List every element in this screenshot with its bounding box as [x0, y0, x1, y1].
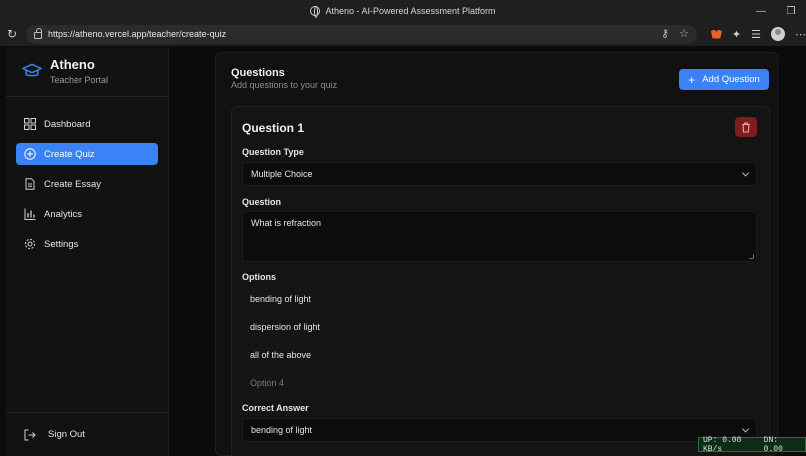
trash-icon: [742, 121, 750, 133]
dashboard-icon: [24, 118, 36, 130]
question-type-label: Question Type: [242, 147, 304, 157]
question-type-value: Multiple Choice: [251, 169, 313, 179]
correct-answer-value: bending of light: [251, 425, 313, 435]
option-input-1[interactable]: bending of light: [242, 286, 757, 311]
sidebar-item-label: Create Essay: [44, 178, 102, 190]
plus-circle-icon: [24, 148, 36, 160]
main-content: Questions Add questions to your quiz + A…: [169, 47, 806, 456]
key-icon[interactable]: ⚷: [661, 27, 669, 40]
address-bar[interactable]: https://atheno.vercel.app/teacher/create…: [25, 24, 697, 44]
network-meter: UP: 0.00 KB/s DN: 0.00: [698, 435, 806, 454]
sign-out-label: Sign Out: [48, 429, 85, 440]
question-type-select[interactable]: Multiple Choice: [242, 162, 757, 186]
correct-answer-label: Correct Answer: [242, 403, 309, 413]
lock-icon[interactable]: [33, 27, 42, 39]
sidebar-item-settings[interactable]: Settings: [16, 233, 158, 255]
brand-header: Atheno Teacher Portal: [6, 47, 168, 97]
add-question-label: Add Question: [702, 74, 760, 85]
favorites-icon[interactable]: ☰: [751, 28, 761, 41]
option-text: bending of light: [250, 293, 312, 304]
chevron-down-icon: [741, 169, 750, 177]
options-label: Options: [242, 272, 276, 282]
gear-icon: [24, 238, 36, 250]
browser-toolbar: ↻ https://atheno.vercel.app/teacher/crea…: [0, 22, 806, 46]
add-question-button[interactable]: + Add Question: [679, 69, 769, 90]
sidebar-item-create-quiz[interactable]: Create Quiz: [16, 143, 158, 165]
sidebar-item-dashboard[interactable]: Dashboard: [16, 113, 158, 135]
question-text: What is refraction: [251, 218, 322, 228]
option-placeholder: Option 4: [250, 377, 285, 388]
extensions-puzzle-icon[interactable]: ✦: [732, 28, 741, 41]
plus-icon: +: [688, 72, 696, 87]
delete-question-button[interactable]: [735, 117, 757, 137]
sidebar-nav: Dashboard Create Quiz Create Essay Analy…: [6, 97, 168, 255]
bar-chart-icon: [24, 208, 36, 220]
sidebar-item-analytics[interactable]: Analytics: [16, 203, 158, 225]
chevron-down-icon: [741, 425, 750, 433]
document-icon: [24, 178, 36, 190]
question-title: Question 1: [242, 121, 305, 135]
download-rate: DN: 0.00: [763, 435, 783, 454]
window-controls: — ❐: [746, 0, 806, 22]
brand-subtitle: Teacher Portal: [50, 75, 109, 85]
sidebar: Atheno Teacher Portal Dashboard Create Q…: [6, 47, 169, 456]
globe-icon: [310, 6, 321, 18]
logout-icon: [24, 429, 36, 441]
sidebar-item-label: Create Quiz: [44, 148, 95, 160]
resize-handle-icon[interactable]: [749, 254, 754, 259]
star-icon[interactable]: ☆: [679, 27, 689, 40]
question-card: Question 1 Question Type Multiple Choice…: [231, 106, 770, 456]
option-input-4[interactable]: Option 4: [242, 370, 757, 395]
sidebar-item-create-essay[interactable]: Create Essay: [16, 173, 158, 195]
option-text: all of the above: [250, 349, 312, 360]
question-textarea[interactable]: What is refraction: [242, 211, 757, 262]
window-titlebar: Atheno - AI-Powered Assessment Platform …: [0, 0, 806, 22]
profile-avatar-icon[interactable]: [771, 27, 785, 41]
questions-title: Questions: [231, 67, 285, 79]
upload-rate: UP: 0.00 KB/s: [703, 435, 742, 454]
minimize-icon[interactable]: —: [746, 6, 776, 17]
option-text: dispersion of light: [250, 321, 321, 332]
option-input-2[interactable]: dispersion of light: [242, 314, 757, 339]
sign-out-button[interactable]: Sign Out: [6, 412, 169, 456]
more-menu-icon[interactable]: ⋯: [795, 28, 806, 41]
extension-fox-icon[interactable]: [710, 29, 722, 39]
question-label: Question: [242, 197, 282, 207]
window-title: Atheno - AI-Powered Assessment Platform: [325, 6, 496, 16]
brand-name: Atheno: [50, 57, 95, 72]
questions-panel: Questions Add questions to your quiz + A…: [215, 52, 778, 456]
sidebar-item-label: Settings: [44, 238, 79, 250]
sidebar-item-label: Dashboard: [44, 118, 91, 130]
sidebar-item-label: Analytics: [44, 208, 83, 220]
reload-icon[interactable]: ↻: [2, 27, 22, 41]
questions-subtitle: Add questions to your quiz: [231, 80, 338, 90]
option-input-3[interactable]: all of the above: [242, 342, 757, 367]
graduation-cap-icon: [22, 63, 42, 77]
correct-answer-select[interactable]: bending of light: [242, 418, 757, 442]
maximize-icon[interactable]: ❐: [776, 6, 806, 17]
url-text[interactable]: https://atheno.vercel.app/teacher/create…: [48, 29, 226, 39]
